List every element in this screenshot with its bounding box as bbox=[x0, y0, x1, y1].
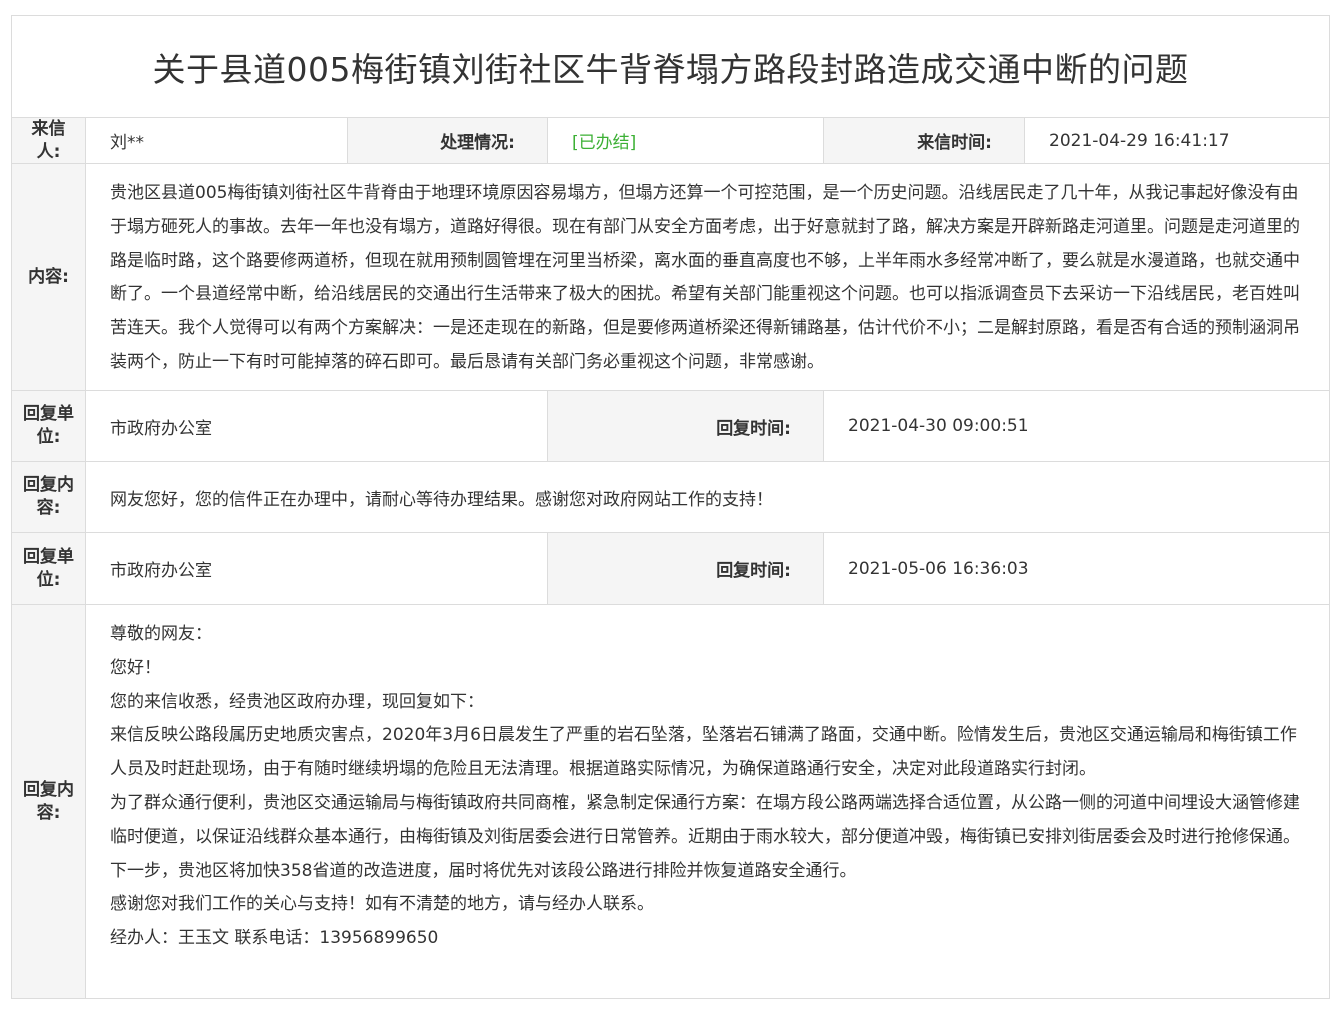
reply-time-value: 2021-05-06 16:36:03 bbox=[848, 558, 1029, 579]
reply-content-label: 回复内容: bbox=[12, 462, 86, 532]
letter-info-row: 来信人: 刘** 处理情况: [已办结] 来信时间: 2021-04-29 16… bbox=[12, 118, 1329, 164]
reply-unit-value: 市政府办公室 bbox=[86, 391, 548, 461]
reply-time-value: 2021-04-30 09:00:51 bbox=[848, 416, 1029, 436]
page-title: 关于县道005梅街镇刘街社区牛背脊塌方路段封路造成交通中断的问题 bbox=[12, 16, 1329, 118]
letter-content: 贵池区县道005梅街镇刘街社区牛背脊由于地理环境原因容易塌方，但塌方还算一个可控… bbox=[110, 183, 1300, 372]
status-label: 处理情况: bbox=[348, 118, 548, 163]
reply-paragraph: 感谢您对我们工作的关心与支持！如有不清楚的地方，请与经办人联系。 bbox=[110, 894, 654, 915]
content-label: 内容: bbox=[12, 164, 86, 390]
reply-paragraph: 来信反映公路段属历史地质灾害点，2020年3月6日晨发生了严重的岩石坠落，坠落岩… bbox=[110, 725, 1297, 780]
status-badge: [已办结] bbox=[548, 118, 824, 163]
reply-paragraph: 下一步，贵池区将加快358省道的改造进度，届时将优先对该段公路进行排险并恢复道路… bbox=[110, 860, 857, 881]
letter-content-row: 内容: 贵池区县道005梅街镇刘街社区牛背脊由于地理环境原因容易塌方，但塌方还算… bbox=[12, 164, 1329, 391]
reply-paragraph: 您好！ bbox=[110, 657, 161, 678]
reply-content-label: 回复内容: bbox=[12, 605, 86, 998]
reply-paragraph: 为了群众通行便利，贵池区交通运输局与梅街镇政府共同商榷，紧急制定保通行方案：在塌… bbox=[110, 792, 1300, 847]
reply-paragraph: 经办人：王玉文 联系电话：13956899650 bbox=[110, 928, 439, 949]
sender-value: 刘** bbox=[86, 118, 348, 163]
letter-time-value: 2021-04-29 16:41:17 bbox=[1049, 130, 1230, 151]
sender-label: 来信人: bbox=[12, 118, 86, 163]
reply-1-content-row: 回复内容: 网友您好，您的信件正在办理中，请耐心等待办理结果。感谢您对政府网站工… bbox=[12, 462, 1329, 533]
reply-content: 尊敬的网友： 您好！ 您的来信收悉，经贵池区政府办理，现回复如下： 来信反映公路… bbox=[86, 605, 1329, 998]
reply-unit-label: 回复单位: bbox=[12, 391, 86, 461]
letter-time-label: 来信时间: bbox=[824, 118, 1025, 163]
reply-paragraph: 尊敬的网友： bbox=[110, 624, 212, 644]
reply-content: 网友您好，您的信件正在办理中，请耐心等待办理结果。感谢您对政府网站工作的支持！ bbox=[110, 489, 773, 510]
reply-unit-value: 市政府办公室 bbox=[86, 533, 548, 604]
reply-time-label: 回复时间: bbox=[548, 533, 824, 604]
reply-paragraph: 您的来信收悉，经贵池区政府办理，现回复如下： bbox=[110, 691, 484, 712]
reply-unit-label: 回复单位: bbox=[12, 533, 86, 604]
reply-time-label: 回复时间: bbox=[548, 391, 824, 461]
reply-2-content-row: 回复内容: 尊敬的网友： 您好！ 您的来信收悉，经贵池区政府办理，现回复如下： … bbox=[12, 605, 1329, 998]
reply-2-unit-row: 回复单位: 市政府办公室 回复时间: 2021-05-06 16:36:03 bbox=[12, 533, 1329, 605]
letter-detail-table: 关于县道005梅街镇刘街社区牛背脊塌方路段封路造成交通中断的问题 来信人: 刘*… bbox=[11, 15, 1330, 999]
reply-1-unit-row: 回复单位: 市政府办公室 回复时间: 2021-04-30 09:00:51 bbox=[12, 391, 1329, 462]
